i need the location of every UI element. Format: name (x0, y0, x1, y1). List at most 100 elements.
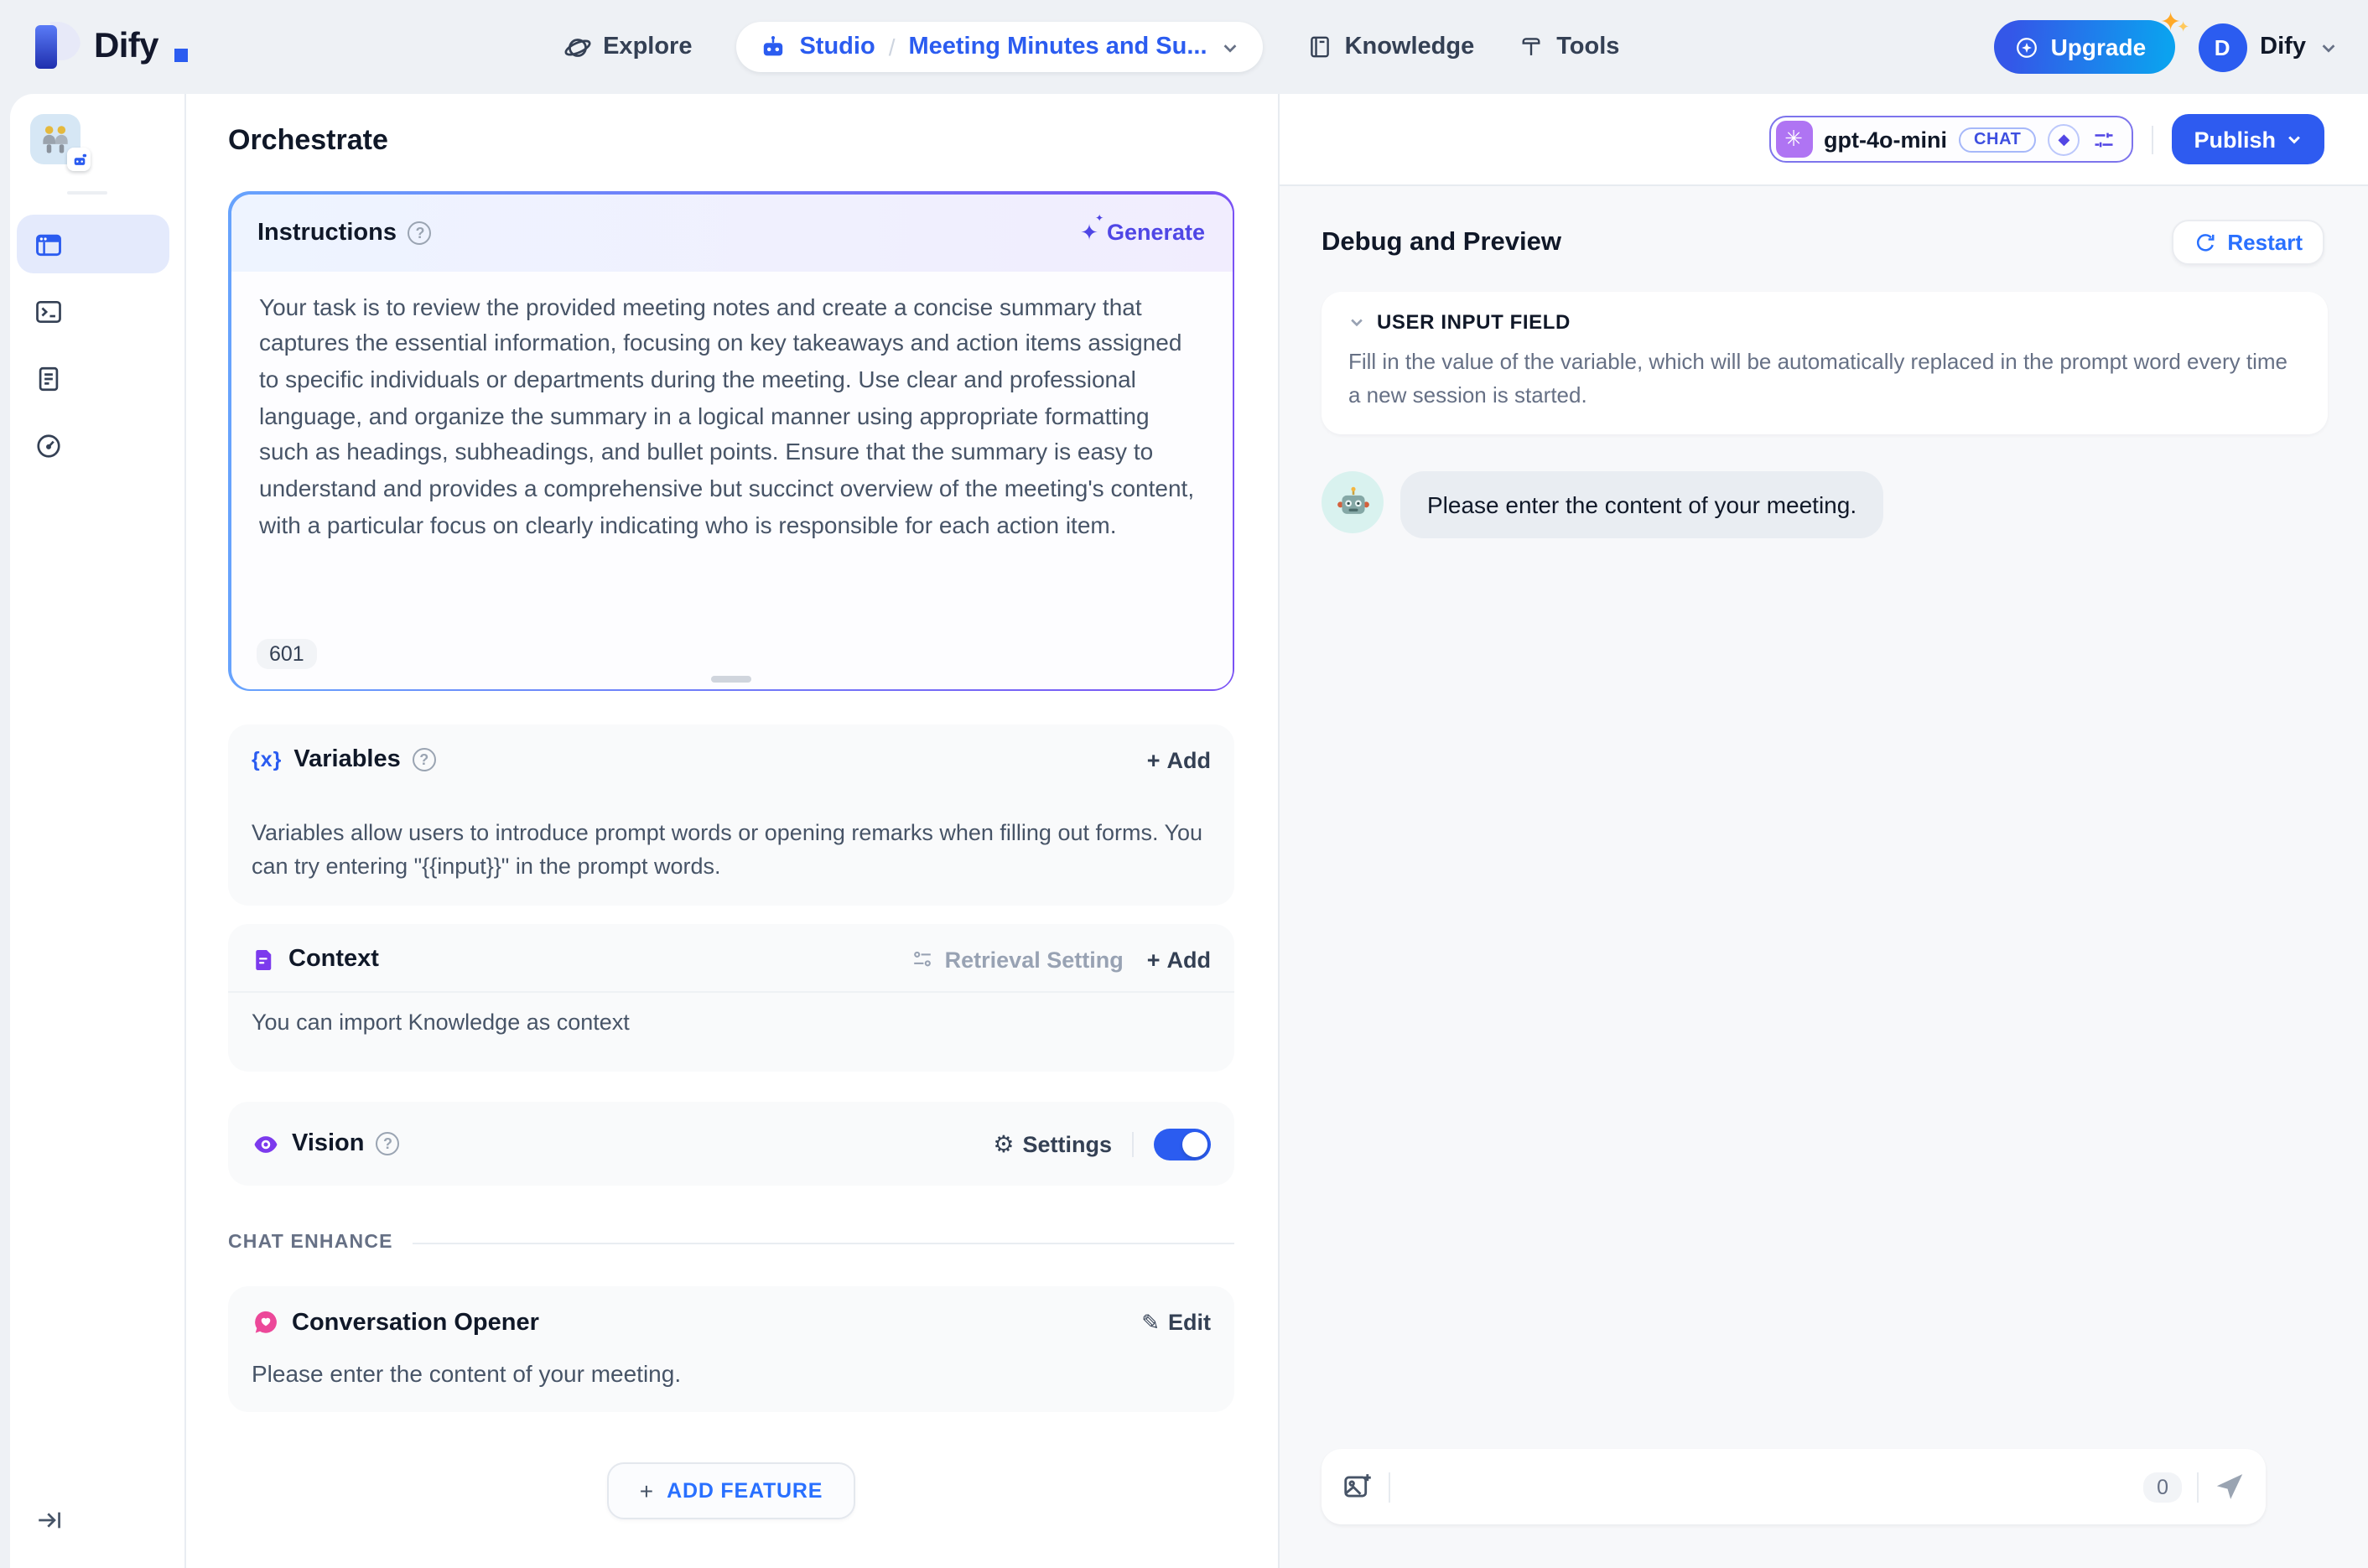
debug-panel: ✳ gpt-4o-mini CHAT ◆ Publish Debug and P… (1278, 94, 2368, 1568)
divider (2197, 1472, 2199, 1502)
breadcrumb[interactable]: Studio / Meeting Minutes and Su... (735, 22, 1263, 72)
chat-input-bar: 0 (1322, 1449, 2266, 1524)
sidebar-divider (67, 191, 107, 195)
gem-icon (2014, 34, 2039, 60)
debug-header: Debug and Preview Restart (1280, 186, 2368, 278)
window-icon (34, 229, 64, 259)
instructions-title: Instructions (257, 219, 397, 246)
eye-icon (252, 1129, 280, 1158)
globe-icon (563, 33, 591, 61)
gauge-icon (34, 430, 64, 460)
document-list-icon (34, 363, 64, 393)
hammer-icon (1518, 34, 1545, 60)
plus-icon: + (1146, 947, 1161, 972)
opener-text: Please enter the content of your meeting… (252, 1360, 682, 1387)
breadcrumb-studio[interactable]: Studio (799, 34, 875, 60)
help-icon[interactable]: ? (412, 748, 436, 771)
publish-button[interactable]: Publish (2172, 114, 2324, 164)
refresh-icon (2194, 231, 2217, 254)
add-context-button[interactable]: + Add (1147, 947, 1211, 972)
send-icon[interactable] (2214, 1471, 2246, 1503)
divider (1389, 1472, 1390, 1502)
resize-handle[interactable] (711, 675, 751, 682)
logo-text: Dify (94, 27, 159, 65)
help-icon[interactable]: ? (408, 221, 432, 244)
add-variable-label: Add (1166, 747, 1212, 772)
add-feature-button[interactable]: + ADD FEATURE (607, 1462, 855, 1519)
plus-icon: + (1146, 747, 1161, 772)
restart-label: Restart (2227, 230, 2303, 255)
nav-center: Explore Studio / Meeting Minutes and Su.… (563, 22, 1619, 72)
vision-settings-label: Settings (1022, 1131, 1112, 1156)
context-title: Context (288, 946, 379, 973)
edit-opener-button[interactable]: ✎ Edit (1141, 1309, 1211, 1336)
sidebar-item-monitoring[interactable] (17, 416, 169, 475)
char-count: 0 (2143, 1472, 2182, 1502)
sidebar (10, 94, 186, 1568)
image-upload-icon[interactable] (1342, 1471, 1374, 1503)
vision-toggle[interactable] (1154, 1128, 1211, 1160)
nav-tools[interactable]: Tools (1518, 34, 1619, 60)
top-nav: Dify Explore Studio / Meeting Minutes an… (0, 0, 2368, 94)
context-section: Context Retrieval Setting + Add You can … (228, 924, 1234, 1072)
user-input-field-description: Fill in the value of the variable, which… (1348, 349, 2288, 408)
terminal-icon (34, 296, 64, 326)
orchestrate-toolbar: Orchestrate (186, 94, 1278, 186)
sidebar-item-api[interactable] (17, 282, 169, 340)
context-description: You can import Knowledge as context (252, 1010, 630, 1035)
conversation-opener-section: Conversation Opener ✎ Edit Please enter … (228, 1286, 1234, 1412)
chevron-down-icon[interactable] (1221, 38, 1239, 56)
help-icon[interactable]: ? (376, 1132, 400, 1155)
page-title: Orchestrate (228, 123, 388, 155)
generate-button[interactable]: ✦ ✦ Generate (1080, 214, 1205, 246)
chevron-down-icon (1348, 314, 1365, 330)
user-input-field-card: USER INPUT FIELD Fill in the value of th… (1322, 292, 2328, 435)
model-name: gpt-4o-mini (1824, 127, 1947, 152)
variables-icon: {x} (252, 748, 283, 771)
upgrade-button[interactable]: Upgrade ✦ ✦ (1993, 8, 2189, 74)
sparkle-icon: ✦ (2177, 18, 2190, 35)
logo-cursor-block (174, 49, 189, 62)
dify-logo-icon (30, 22, 80, 72)
assistant-message: Please enter the content of your meeting… (1400, 471, 1884, 539)
chat-enhance-divider: CHAT ENHANCE (228, 1233, 1234, 1253)
instructions-prompt-editor[interactable]: Your task is to review the provided meet… (231, 271, 1232, 688)
nav-explore-label: Explore (603, 34, 693, 60)
vision-title: Vision (292, 1130, 365, 1157)
divider (1132, 1131, 1134, 1156)
sidebar-item-orchestrate[interactable] (17, 215, 169, 273)
restart-button[interactable]: Restart (2172, 220, 2324, 265)
debug-title: Debug and Preview (1322, 227, 1561, 256)
app-root: Dify Explore Studio / Meeting Minutes an… (0, 0, 2368, 1568)
upgrade-label: Upgrade (2050, 34, 2147, 60)
account-menu[interactable]: D Dify (2198, 23, 2338, 71)
add-variable-button[interactable]: + Add (1147, 747, 1211, 772)
content-shell: Orchestrate Instructions ? ✦ ✦ Generate … (10, 94, 2368, 1568)
sidebar-item-logs[interactable] (17, 349, 169, 408)
add-feature-label: ADD FEATURE (667, 1479, 823, 1503)
vision-settings-button[interactable]: ⚙ Settings (993, 1129, 1112, 1158)
generate-label: Generate (1106, 220, 1205, 245)
breadcrumb-app-name[interactable]: Meeting Minutes and Su... (908, 34, 1207, 60)
robot-avatar (1322, 471, 1384, 534)
pencil-icon: ✎ (1141, 1309, 1160, 1334)
chat-input[interactable] (1405, 1472, 2129, 1502)
nav-knowledge[interactable]: Knowledge (1306, 34, 1474, 60)
nav-explore[interactable]: Explore (563, 33, 692, 61)
robot-icon (759, 34, 786, 60)
model-params-icon[interactable] (2091, 127, 2116, 152)
edit-label: Edit (1168, 1310, 1211, 1335)
orchestrate-panel: Orchestrate Instructions ? ✦ ✦ Generate … (186, 94, 1278, 1568)
chat-mode-badge: CHAT (1959, 127, 2037, 152)
retrieval-setting-button[interactable]: Retrieval Setting (911, 947, 1124, 972)
nav-right: Upgrade ✦ ✦ D Dify (1993, 8, 2338, 74)
openai-icon: ✳ (1775, 121, 1812, 158)
user-input-field-header[interactable]: USER INPUT FIELD (1348, 310, 2301, 334)
model-selector[interactable]: ✳ gpt-4o-mini CHAT ◆ (1768, 116, 2134, 163)
instructions-card: Instructions ? ✦ ✦ Generate Your task is… (228, 191, 1234, 691)
expand-sidebar-icon[interactable] (35, 1506, 64, 1534)
variables-description: Variables allow users to introduce promp… (252, 819, 1203, 879)
app-icon[interactable] (30, 114, 91, 171)
variables-title: Variables (293, 746, 401, 773)
dify-logo[interactable]: Dify (30, 22, 189, 72)
